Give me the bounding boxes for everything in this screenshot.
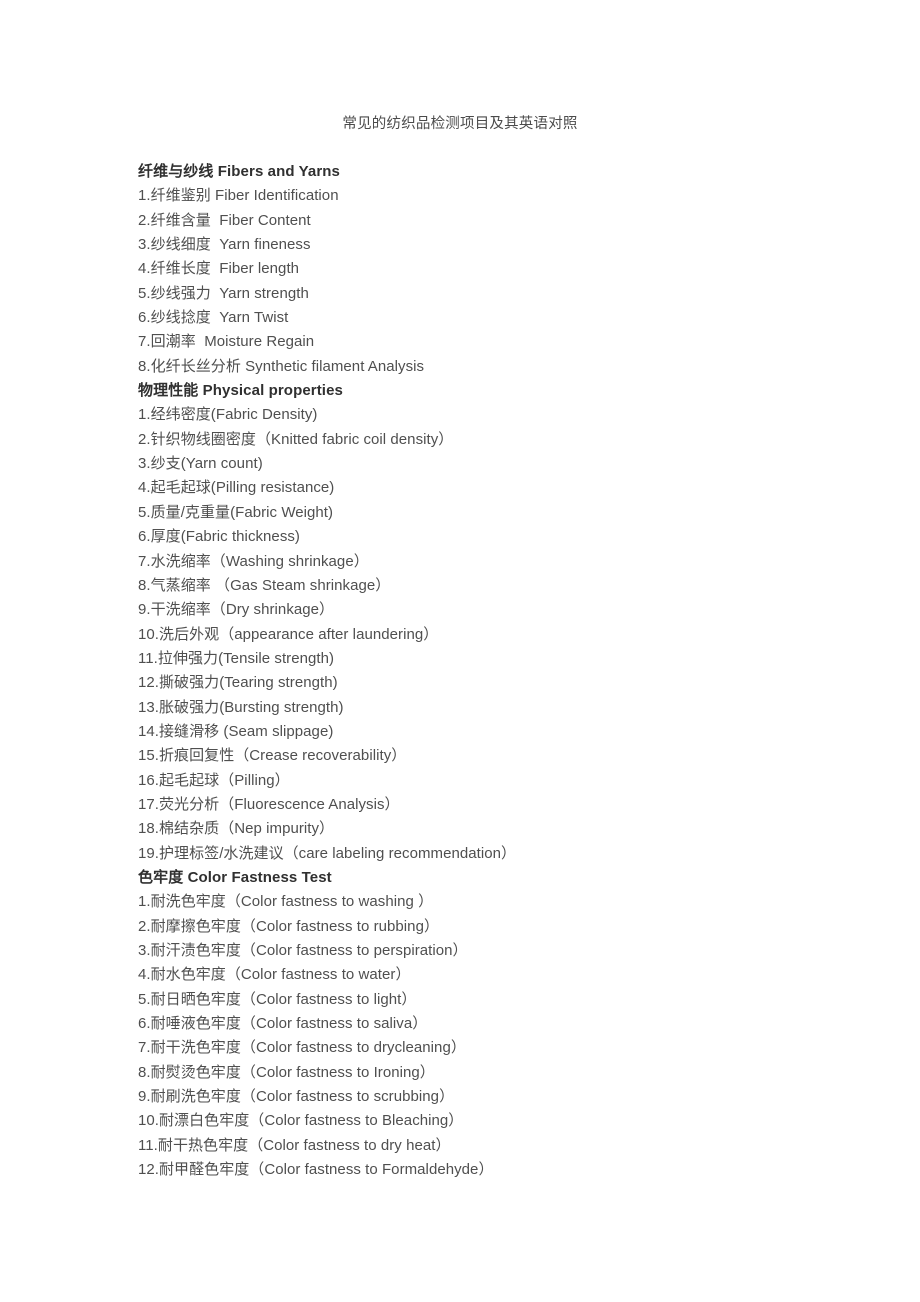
list-item: 12.耐甲醛色牢度（Color fastness to Formaldehyde… <box>138 1161 494 1179</box>
list-item: 18.棉结杂质（Nep impurity） <box>138 820 335 838</box>
list-item: 4.纤维长度 Fiber length <box>138 260 300 278</box>
section-heading: 色牢度 Color Fastness Test <box>138 868 332 886</box>
list-item: 1.耐洗色牢度（Color fastness to washing ） <box>138 893 434 911</box>
page-title: 常见的纺织品检测项目及其英语对照 <box>342 116 578 132</box>
list-item: 5.质量/克重量(Fabric Weight) <box>138 503 334 521</box>
list-item: 8.气蒸缩率 （Gas Steam shrinkage） <box>138 576 391 594</box>
list-item: 2.耐摩擦色牢度（Color fastness to rubbing） <box>138 917 440 935</box>
list-item: 3.纱线细度 Yarn fineness <box>138 236 311 254</box>
list-item: 12.撕破强力(Tearing strength) <box>138 674 338 692</box>
list-item: 8.耐熨烫色牢度（Color fastness to Ironing） <box>138 1063 435 1081</box>
list-item: 4.起毛起球(Pilling resistance) <box>138 479 335 497</box>
list-item: 7.水洗缩率（Washing shrinkage） <box>138 552 369 570</box>
list-item: 3.纱支(Yarn count) <box>138 455 263 473</box>
list-item: 11.拉伸强力(Tensile strength) <box>138 649 335 667</box>
list-item: 5.耐日晒色牢度（Color fastness to light） <box>138 990 417 1008</box>
section-heading: 物理性能 Physical properties <box>138 382 343 400</box>
list-item: 10.耐漂白色牢度（Color fastness to Bleaching） <box>138 1112 464 1130</box>
list-item: 9.耐刷洗色牢度（Color fastness to scrubbing） <box>138 1088 455 1106</box>
list-item: 7.回潮率 Moisture Regain <box>138 333 315 351</box>
list-item: 1.纤维鉴别 Fiber Identification <box>138 187 339 205</box>
list-item: 3.耐汗渍色牢度（Color fastness to perspiration） <box>138 942 468 959</box>
list-item: 6.耐唾液色牢度（Color fastness to saliva） <box>138 1015 428 1033</box>
section-heading: 纤维与纱线 Fibers and Yarns <box>138 163 340 180</box>
list-item: 11.耐干热色牢度（Color fastness to dry heat） <box>138 1136 451 1154</box>
list-item: 19.护理标签/水洗建议（care labeling recommendatio… <box>138 844 517 862</box>
list-item: 2.针织物线圈密度（Knitted fabric coil density） <box>138 430 454 448</box>
list-item: 13.胀破强力(Bursting strength) <box>138 698 344 716</box>
list-item: 14.接缝滑移 (Seam slippage) <box>138 722 334 740</box>
list-item: 7.耐干洗色牢度（Color fastness to drycleaning） <box>138 1039 466 1057</box>
document-body: 纤维与纱线 Fibers and Yarns 1.纤维鉴别 Fiber Ident… <box>138 160 838 1182</box>
list-item: 10.洗后外观（appearance after laundering） <box>138 625 439 643</box>
list-item: 15.折痕回复性（Crease recoverability） <box>138 747 407 765</box>
list-item: 16.起毛起球（Pilling） <box>138 771 290 789</box>
list-item: 6.纱线捻度 Yarn Twist <box>138 309 289 327</box>
list-item: 1.经纬密度(Fabric Density) <box>138 406 318 424</box>
list-item: 4.耐水色牢度（Color fastness to water） <box>138 966 411 984</box>
list-item: 8.化纤长丝分析 Synthetic filament Analysis <box>138 357 425 375</box>
list-item: 9.干洗缩率（Dry shrinkage） <box>138 601 335 619</box>
document-page: 常见的纺织品检测项目及其英语对照 纤维与纱线 Fibers and Yarns 1… <box>0 0 920 1302</box>
list-item: 6.厚度(Fabric thickness) <box>138 528 300 546</box>
list-item: 17.荧光分析（Fluorescence Analysis） <box>138 795 400 813</box>
list-item: 5.纱线强力 Yarn strength <box>138 284 309 302</box>
list-item: 2.纤维含量 Fiber Content <box>138 211 311 229</box>
